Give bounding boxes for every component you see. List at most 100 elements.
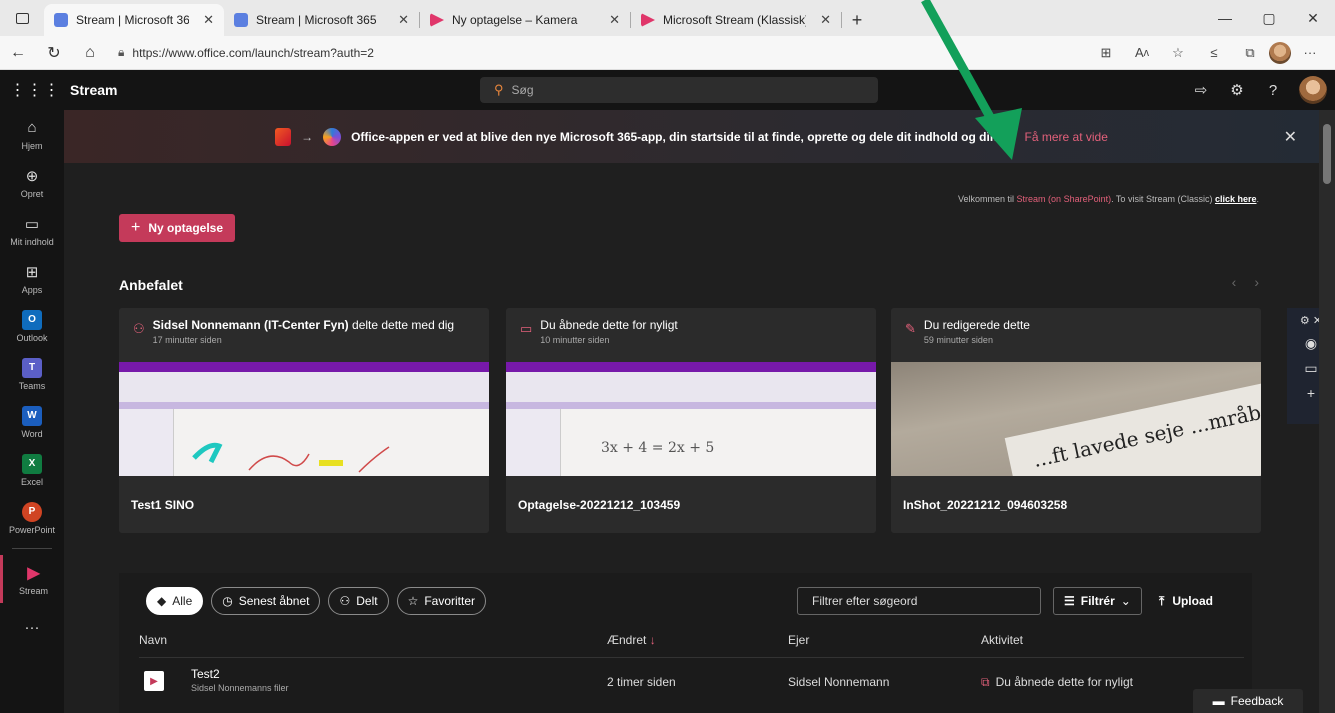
page-scrollbar[interactable]: [1319, 110, 1335, 713]
search-icon: ⚲: [494, 82, 504, 97]
collections-icon[interactable]: ⧉: [1233, 39, 1267, 67]
column-header-name[interactable]: Navn: [139, 633, 167, 647]
minimize-icon[interactable]: —: [1203, 0, 1247, 36]
rail-item-stream[interactable]: ▶ Stream: [0, 555, 64, 603]
classic-click-here-link[interactable]: click here: [1215, 194, 1257, 204]
rail-item-more[interactable]: ···: [0, 603, 64, 651]
new-tab-button[interactable]: +: [842, 4, 872, 36]
card-name[interactable]: Test1 SINO: [119, 476, 489, 533]
plus-icon: +: [131, 219, 141, 236]
rail-item-word[interactable]: W Word: [0, 398, 64, 446]
rail-label: Outlook: [16, 332, 48, 343]
read-aloud-icon[interactable]: Aʌ: [1125, 39, 1159, 67]
tab-close-icon[interactable]: ✕: [820, 12, 831, 28]
rail-item-create[interactable]: ⊕ Opret: [0, 158, 64, 206]
recommended-card-1[interactable]: ⚇ Sidsel Nonnemann (IT-Center Fyn) delte…: [119, 308, 489, 533]
carousel-next-icon[interactable]: ›: [1254, 274, 1259, 290]
search-input[interactable]: ⚲ Søg: [480, 77, 878, 103]
banner-learn-more-link[interactable]: Få mere at vide: [1025, 130, 1108, 144]
camera-icon[interactable]: ◉: [1305, 335, 1317, 352]
rail-item-excel[interactable]: X Excel: [0, 446, 64, 494]
feedback-button[interactable]: ▬ Feedback: [1193, 689, 1303, 713]
recommended-card-3[interactable]: ✎ Du redigerede dette 59 minutter siden …: [891, 308, 1261, 533]
open-icon: ⧉: [981, 675, 990, 689]
column-header-activity[interactable]: Aktivitet: [981, 633, 1023, 647]
app-name[interactable]: Stream: [70, 82, 190, 98]
pill-recent[interactable]: ◷ Senest åbnet: [211, 587, 321, 615]
recommended-card-2[interactable]: ▭ Du åbnede dette for nyligt 10 minutter…: [506, 308, 876, 533]
more-icon: ···: [24, 618, 40, 636]
card-time: 10 minutter siden: [540, 335, 610, 345]
notifications-icon[interactable]: ⇨: [1183, 70, 1219, 110]
row-name[interactable]: Test2: [191, 667, 220, 681]
carousel-nav: ‹ ›: [1232, 274, 1259, 290]
rail-item-powerpoint[interactable]: P PowerPoint: [0, 494, 64, 542]
browser-tab-4[interactable]: Microsoft Stream (Klassisk) ✕: [631, 4, 841, 36]
filter-pills: ◆ Alle ◷ Senest åbnet ⚇ Delt ☆ Favoritter: [146, 587, 487, 615]
rail-item-home[interactable]: ⌂ Hjem: [0, 110, 64, 158]
pill-shared[interactable]: ⚇ Delt: [328, 587, 389, 615]
table-divider: [139, 657, 1244, 658]
scrollbar-thumb[interactable]: [1323, 124, 1331, 184]
column-header-owner[interactable]: Ejer: [788, 633, 809, 647]
restore-icon[interactable]: ▢: [1247, 0, 1291, 36]
pill-favorites[interactable]: ☆ Favoritter: [396, 587, 487, 615]
outlook-icon: O: [22, 309, 42, 330]
tab-close-icon[interactable]: ✕: [203, 12, 214, 28]
keyword-filter-input[interactable]: Filtrer efter søgeord: [797, 587, 1041, 615]
clock-icon: ◷: [222, 594, 233, 608]
row-owner: Sidsel Nonnemann: [788, 675, 890, 689]
top-bar-actions: ⇨ ⚙ ?: [1183, 70, 1335, 110]
rail-label: Apps: [21, 284, 43, 295]
video-icon[interactable]: ▭: [1304, 360, 1317, 377]
sort-down-arrow-icon: ↓: [649, 633, 656, 647]
tab-favicon-icon: [641, 13, 655, 27]
tab-close-icon[interactable]: ✕: [609, 12, 620, 28]
card-time: 17 minutter siden: [152, 335, 222, 345]
card-title: Du åbnede dette for nyligt: [540, 318, 678, 332]
upload-button[interactable]: ⤒ Upload: [1159, 587, 1213, 615]
pill-all[interactable]: ◆ Alle: [146, 587, 204, 615]
filter-button[interactable]: ☰ Filtrér ⌄: [1053, 587, 1142, 615]
rail-item-teams[interactable]: T Teams: [0, 350, 64, 398]
help-icon[interactable]: ?: [1255, 70, 1291, 110]
tab-label: Stream | Microsoft 365: [256, 13, 377, 27]
folder-icon: ▭: [520, 321, 533, 336]
favorites-bar-icon[interactable]: ≤: [1197, 39, 1231, 67]
card-name[interactable]: Optagelse-20221212_103459: [506, 476, 876, 533]
settings-gear-icon[interactable]: ⚙: [1219, 70, 1255, 110]
rail-item-outlook[interactable]: O Outlook: [0, 302, 64, 350]
left-app-rail: ⌂ Hjem ⊕ Opret ▭ Mit indhold ⊞ Apps O Ou…: [0, 110, 64, 713]
section-title-recommended: Anbefalet: [119, 277, 183, 293]
home-icon[interactable]: ⌂: [72, 36, 108, 70]
add-icon[interactable]: +: [1307, 385, 1315, 401]
more-icon[interactable]: ···: [1293, 39, 1327, 67]
rail-item-apps[interactable]: ⊞ Apps: [0, 254, 64, 302]
browser-tab-2[interactable]: Stream | Microsoft 365 ✕: [224, 4, 419, 36]
browser-profile-avatar[interactable]: [1269, 41, 1291, 64]
user-avatar[interactable]: [1299, 76, 1327, 104]
back-icon[interactable]: ←: [0, 36, 36, 70]
rail-item-my-content[interactable]: ▭ Mit indhold: [0, 206, 64, 254]
browser-tab-3[interactable]: Ny optagelse – Kamera ✕: [420, 4, 630, 36]
table-row[interactable]: ▶ Test2 Sidsel Nonnemanns filer 2 timer …: [139, 665, 1244, 701]
favorite-star-icon[interactable]: ☆: [1161, 39, 1195, 67]
url-field[interactable]: 🔒︎ https://www.office.com/launch/stream?…: [108, 40, 1089, 66]
banner-close-icon[interactable]: ✕: [1284, 127, 1297, 147]
tab-close-icon[interactable]: ✕: [398, 12, 409, 28]
card-header: ⚇ Sidsel Nonnemann (IT-Center Fyn) delte…: [119, 308, 489, 362]
card-thumbnail: [119, 362, 489, 476]
tab-actions-button[interactable]: [0, 0, 44, 36]
close-window-icon[interactable]: ✕: [1291, 0, 1335, 36]
app-available-icon[interactable]: ⊞: [1089, 39, 1123, 67]
new-recording-button[interactable]: + Ny optagelse: [119, 214, 236, 242]
column-header-changed[interactable]: Ændret ↓: [607, 633, 656, 647]
browser-tab-1[interactable]: Stream | Microsoft 365 ✕: [44, 4, 224, 36]
app-launcher-icon[interactable]: ⋮⋮⋮: [0, 70, 70, 110]
card-title: Sidsel Nonnemann (IT-Center Fyn) delte d…: [152, 318, 455, 332]
stream-sharepoint-link[interactable]: Stream (on SharePoint): [1017, 194, 1112, 204]
card-name[interactable]: InShot_20221212_094603258: [891, 476, 1261, 533]
carousel-prev-icon[interactable]: ‹: [1232, 274, 1237, 290]
refresh-icon[interactable]: ↻: [36, 36, 72, 70]
people-icon: ⚇: [133, 321, 145, 336]
